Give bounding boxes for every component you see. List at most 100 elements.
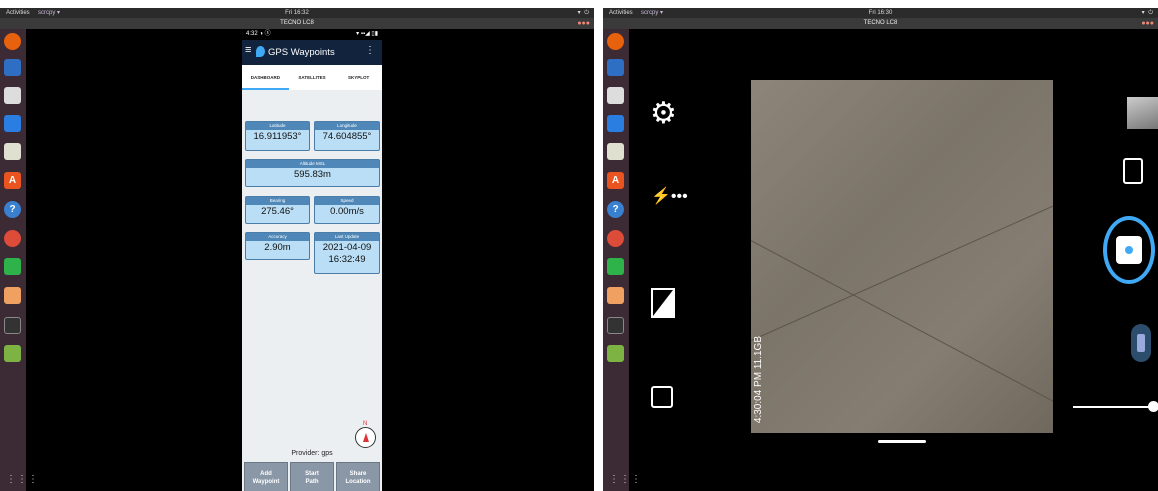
firefox-icon[interactable]	[607, 33, 624, 50]
phone-screen: 4:32 ◑ ⓢ ▾ ▪▪◢ ▯▮ ≡ GPS Waypoints ⋮ DASH…	[242, 29, 382, 491]
right-desktop: Activities scrcpy ▾ Fri 16:30 ▾ ⏻ TECNO …	[603, 8, 1158, 491]
clock[interactable]: Fri 16:30	[869, 8, 893, 18]
lens-icon	[1123, 244, 1135, 256]
app-menu[interactable]: scrcpy ▾	[38, 8, 60, 18]
start-path-button[interactable]: Start Path	[290, 462, 334, 491]
speed-label: Speed	[315, 197, 379, 205]
compass-north-label: N	[363, 421, 368, 427]
latitude-label: Latitude	[246, 122, 309, 130]
window-controls[interactable]: ●●●	[577, 18, 590, 29]
android-icon[interactable]	[4, 345, 21, 362]
android-icon[interactable]	[607, 345, 624, 362]
activities-button[interactable]: Activities	[609, 8, 633, 18]
tab-satellites[interactable]: SATELLITES	[289, 65, 336, 90]
video-mode-button[interactable]	[1131, 324, 1151, 362]
viewfinder-overlay: 4:30:04 PM 11.1GB	[753, 336, 764, 423]
left-desktop: Activities scrcpy ▾ Fri 16:32 ▾ ⏻ TECNO …	[0, 8, 594, 491]
floor-seam-line	[751, 240, 1053, 420]
system-tray[interactable]: ▾ ⏻	[578, 8, 590, 18]
altitude-value: 595.83m	[294, 169, 331, 180]
accuracy-label: Accuracy	[246, 233, 309, 241]
share-location-button[interactable]: Share Location	[336, 462, 380, 491]
overlay-storage: 11.1GB	[753, 335, 764, 370]
thunderbird-icon[interactable]	[4, 59, 21, 76]
last-update-label: Last Update	[315, 233, 379, 241]
pycharm-icon[interactable]	[607, 258, 624, 275]
tab-dashboard[interactable]: DASHBOARD	[242, 65, 289, 90]
share-location-line1: Share	[349, 470, 367, 477]
system-tray[interactable]: ▾ ⏻	[1142, 8, 1154, 18]
last-update-date: 2021-04-09	[322, 242, 372, 253]
last-update-time: 16:32:49	[328, 254, 366, 265]
top-bar: Activities scrcpy ▾ Fri 16:30 ▾ ⏻	[603, 8, 1158, 18]
altitude-label: Altitude MSL	[246, 160, 379, 168]
show-apps-icon[interactable]: ⋮⋮⋮	[609, 474, 642, 485]
exposure-icon[interactable]	[651, 288, 675, 318]
dock: A ? ⋮⋮⋮	[0, 29, 38, 491]
flash-auto-icon[interactable]: ⚡•••	[651, 186, 688, 206]
window-titlebar: TECNO LC8 ●●●	[603, 18, 1158, 29]
activities-button[interactable]: Activities	[6, 8, 30, 18]
clock[interactable]: Fri 16:32	[285, 8, 309, 18]
settings-gear-icon[interactable]: ⚙	[650, 96, 677, 131]
floor-seam-line	[751, 193, 1053, 341]
zoom-slider-handle[interactable]	[1148, 401, 1158, 412]
longitude-label: Longitude	[315, 122, 379, 130]
help-icon[interactable]: ?	[607, 201, 624, 218]
bearing-value: 275.46°	[261, 206, 294, 217]
terminal-icon[interactable]	[4, 317, 21, 334]
terminal-icon[interactable]	[607, 317, 624, 334]
rhythmbox-icon[interactable]	[607, 143, 624, 160]
last-update-card: Last Update 2021-04-09 16:32:49	[314, 232, 380, 274]
latitude-value: 16.911953°	[253, 131, 302, 142]
speed-value: 0.00m/s	[330, 206, 364, 217]
altitude-card: Altitude MSL 595.83m	[245, 159, 380, 187]
writer-icon[interactable]	[607, 115, 624, 132]
chrome-icon[interactable]	[607, 230, 624, 247]
overlay-time: 4:30:04 PM	[753, 371, 764, 423]
software-center-icon[interactable]: A	[607, 172, 624, 189]
window-title: TECNO LC8	[863, 20, 898, 26]
shutter-button[interactable]	[1103, 216, 1155, 284]
impress-icon[interactable]	[4, 287, 21, 304]
speed-card: Speed 0.00m/s	[314, 196, 380, 224]
exposure-diagonal-icon	[653, 290, 673, 316]
help-icon[interactable]: ?	[4, 201, 21, 218]
files-icon[interactable]	[607, 87, 624, 104]
switch-camera-icon[interactable]	[1123, 158, 1143, 184]
gallery-thumbnail[interactable]	[1127, 97, 1158, 129]
app-menu[interactable]: scrcpy ▾	[641, 8, 663, 18]
tab-skyplot[interactable]: SKYPLOT	[335, 65, 382, 90]
add-waypoint-line2: Waypoint	[252, 478, 280, 485]
show-apps-icon[interactable]: ⋮⋮⋮	[6, 474, 39, 485]
dock: A ? ⋮⋮⋮	[603, 29, 641, 491]
chrome-icon[interactable]	[4, 230, 21, 247]
pycharm-icon[interactable]	[4, 258, 21, 275]
tab-bar: DASHBOARD SATELLITES SKYPLOT	[242, 65, 382, 90]
bearing-card: Bearing 275.46°	[245, 196, 310, 224]
video-icon	[1137, 334, 1145, 352]
window-controls[interactable]: ●●●	[1141, 18, 1154, 29]
longitude-card: Longitude 74.604855°	[314, 121, 380, 151]
window-title: TECNO LC8	[280, 20, 314, 26]
app-logo-icon	[256, 46, 265, 57]
rhythmbox-icon[interactable]	[4, 143, 21, 160]
top-bar: Activities scrcpy ▾ Fri 16:32 ▾ ⏻	[0, 8, 594, 18]
app-title: GPS Waypoints	[268, 47, 335, 58]
hamburger-menu-icon[interactable]: ≡	[245, 44, 251, 56]
camera-viewfinder[interactable]: 4:30:04 PM 11.1GB	[751, 80, 1053, 433]
overflow-menu-icon[interactable]: ⋮	[365, 45, 375, 56]
files-icon[interactable]	[4, 87, 21, 104]
writer-icon[interactable]	[4, 115, 21, 132]
accuracy-card: Accuracy 2.90m	[245, 232, 310, 260]
switch-mode-icon[interactable]	[651, 386, 673, 408]
home-indicator[interactable]	[878, 440, 926, 443]
zoom-slider-track[interactable]	[1073, 406, 1153, 408]
software-center-icon[interactable]: A	[4, 172, 21, 189]
add-waypoint-line1: Add	[260, 470, 272, 477]
status-time: 4:32 ◑ ⓢ	[246, 31, 271, 37]
firefox-icon[interactable]	[4, 33, 21, 50]
impress-icon[interactable]	[607, 287, 624, 304]
thunderbird-icon[interactable]	[607, 59, 624, 76]
add-waypoint-button[interactable]: Add Waypoint	[244, 462, 288, 491]
